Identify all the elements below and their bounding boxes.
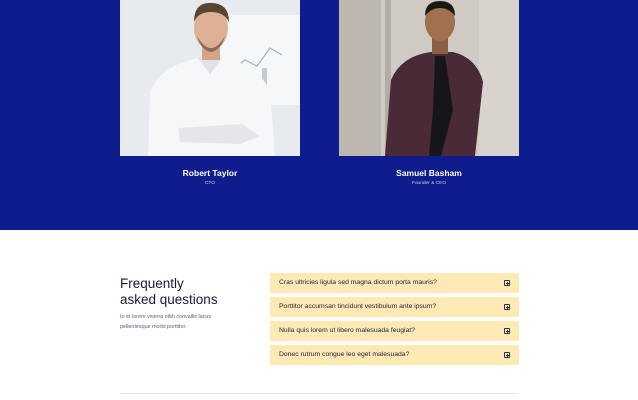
team-member-role: CTO <box>204 181 216 186</box>
section-divider <box>120 393 518 394</box>
faq-item[interactable]: Nulla quis lorem ut libero malesuada feu… <box>270 321 519 341</box>
faq-heading-line: asked questions <box>120 291 218 307</box>
faq-question: Porttitor accumsan tincidunt vestibulum … <box>279 303 437 310</box>
faq-question: Donec rutrum congue leo eget malesuada? <box>279 351 410 358</box>
faq-question: Cras ultricies ligula sed magna dictum p… <box>279 279 437 286</box>
faq-description: In et lorem viverra nibh convallis lacus… <box>120 314 212 330</box>
faq-question: Nulla quis lorem ut libero malesuada feu… <box>279 327 416 334</box>
team-member-name: Robert Taylor <box>182 168 238 178</box>
team-member-name: Samuel Basham <box>396 168 462 178</box>
plus-square-icon[interactable] <box>504 280 510 286</box>
faq-heading: Frequently asked questions <box>120 276 218 307</box>
plus-square-icon[interactable] <box>504 328 510 334</box>
faq-item[interactable]: Porttitor accumsan tincidunt vestibulum … <box>270 297 519 317</box>
team-member-role: Founder & CEO <box>411 181 447 186</box>
plus-square-icon[interactable] <box>504 304 510 310</box>
team-member-photo-robert-taylor <box>120 0 300 156</box>
faq-item[interactable]: Cras ultricies ligula sed magna dictum p… <box>270 273 519 293</box>
plus-square-icon[interactable] <box>504 352 510 358</box>
faq-list: Cras ultricies ligula sed magna dictum p… <box>270 273 519 369</box>
faq-heading-line: Frequently <box>120 276 184 291</box>
team-section: Robert Taylor CTO Samuel Basham Founder … <box>0 0 638 230</box>
faq-item[interactable]: Donec rutrum congue leo eget malesuada? <box>270 345 519 365</box>
team-member-photo-samuel-basham <box>339 0 519 156</box>
